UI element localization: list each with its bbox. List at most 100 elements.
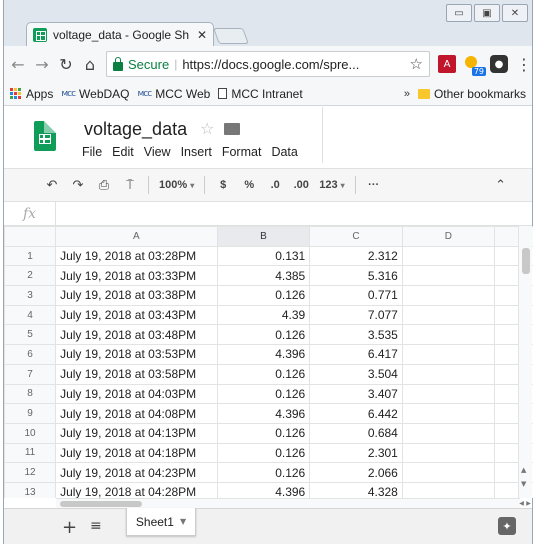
cell-timestamp[interactable]: July 19, 2018 at 04:18PM (55, 442, 218, 464)
bookmark-other[interactable]: Other bookmarks (417, 87, 526, 101)
formula-bar[interactable]: fx (4, 202, 532, 226)
cell-voltage-b[interactable]: 4.396 (216, 344, 311, 365)
chevron-down-icon[interactable]: ▼ (180, 517, 186, 526)
forward-icon[interactable]: → (34, 55, 50, 74)
cell-voltage-c[interactable]: 5.316 (309, 265, 403, 287)
cell-voltage-c[interactable]: 3.535 (309, 324, 403, 346)
star-icon[interactable]: ☆ (200, 119, 214, 138)
cell-timestamp[interactable]: July 19, 2018 at 03:33PM (55, 265, 218, 287)
cell-voltage-b[interactable]: 4.396 (216, 403, 311, 424)
more-tools-button[interactable]: ··· (366, 174, 382, 196)
cell-empty[interactable] (401, 344, 495, 365)
cell-voltage-b[interactable]: 0.126 (216, 383, 311, 405)
cell-timestamp[interactable]: July 19, 2018 at 04:28PM (55, 481, 218, 498)
cell-timestamp[interactable]: July 19, 2018 at 03:53PM (55, 344, 218, 365)
currency-format-button[interactable]: $ (215, 174, 231, 196)
cell-empty[interactable] (401, 363, 495, 385)
row-header[interactable]: 1 (4, 245, 57, 267)
cell-timestamp[interactable]: July 19, 2018 at 03:43PM (55, 304, 218, 326)
select-all-corner[interactable] (4, 226, 57, 247)
cell-voltage-b[interactable]: 0.126 (216, 324, 311, 346)
tab-close-icon[interactable]: ✕ (197, 28, 207, 42)
scroll-thumb[interactable] (60, 501, 142, 507)
cell-voltage-c[interactable]: 2.312 (309, 245, 403, 267)
cell-voltage-c[interactable]: 3.407 (309, 383, 403, 405)
cell-timestamp[interactable]: July 19, 2018 at 03:38PM (55, 285, 218, 306)
row-header[interactable]: 12 (4, 462, 57, 483)
cell-voltage-b[interactable]: 4.39 (216, 304, 311, 326)
row-header[interactable]: 4 (4, 304, 57, 326)
more-formats-button[interactable]: 123 ▾ (319, 174, 344, 196)
back-icon[interactable]: ← (10, 55, 26, 74)
home-icon[interactable]: ⌂ (82, 55, 98, 74)
row-header[interactable]: 13 (4, 481, 57, 498)
scroll-right-icon[interactable]: ▶ (526, 500, 531, 507)
cell-empty[interactable] (401, 265, 495, 287)
menu-file[interactable]: File (82, 145, 102, 159)
row-header[interactable]: 5 (4, 324, 57, 346)
scroll-down-icon[interactable]: ▼ (521, 480, 526, 488)
pdf-extension-icon[interactable]: A (438, 55, 456, 73)
column-header-c[interactable]: C (309, 226, 403, 247)
sheet-tab[interactable]: Sheet1 ▼ (126, 508, 196, 536)
cell-voltage-c[interactable]: 6.417 (309, 344, 403, 365)
cell-empty[interactable] (401, 442, 495, 464)
maximize-button[interactable]: ▣ (474, 4, 500, 22)
horizontal-scrollbar[interactable] (56, 498, 520, 508)
cell-voltage-b[interactable]: 4.396 (216, 481, 311, 498)
cell-timestamp[interactable]: July 19, 2018 at 03:28PM (55, 245, 218, 267)
vertical-scrollbar[interactable]: ▲ ▼ (518, 226, 532, 498)
cell-empty[interactable] (401, 403, 495, 424)
cell-timestamp[interactable]: July 19, 2018 at 04:08PM (55, 403, 218, 424)
cell-voltage-c[interactable]: 3.504 (309, 363, 403, 385)
cell-voltage-c[interactable]: 2.301 (309, 442, 403, 464)
extension-icon[interactable]: ● (490, 55, 508, 73)
bookmark-webdaq[interactable]: ᴍᴄᴄ WebDAQ (61, 87, 129, 101)
cell-voltage-b[interactable]: 0.126 (216, 422, 311, 444)
browser-tab[interactable]: voltage_data - Google Sh ✕ (26, 22, 214, 46)
scroll-thumb[interactable] (522, 248, 530, 274)
cell-timestamp[interactable]: July 19, 2018 at 04:03PM (55, 383, 218, 405)
explore-icon[interactable]: ✦ (498, 517, 516, 535)
collapse-menu-icon[interactable]: ⌃ (495, 178, 506, 193)
cell-empty[interactable] (401, 422, 495, 444)
cell-empty[interactable] (401, 304, 495, 326)
bookmark-mcc-web[interactable]: ᴍᴄᴄ MCC Web (138, 87, 211, 101)
cell-voltage-c[interactable]: 0.684 (309, 422, 403, 444)
minimize-button[interactable]: ▭ (446, 4, 472, 22)
row-header[interactable]: 2 (4, 265, 57, 287)
cell-voltage-c[interactable]: 0.771 (309, 285, 403, 306)
folder-icon[interactable] (224, 123, 240, 135)
reload-icon[interactable]: ↻ (58, 55, 74, 74)
cell-voltage-b[interactable]: 0.126 (216, 442, 311, 464)
bookmark-apps[interactable]: Apps (10, 87, 53, 101)
cell-voltage-b[interactable]: 0.126 (216, 363, 311, 385)
column-header-d[interactable]: D (401, 226, 495, 247)
column-header-a[interactable]: A (55, 226, 218, 247)
menu-data[interactable]: Data (271, 145, 297, 159)
scroll-left-icon[interactable]: ◀ (519, 500, 524, 507)
menu-format[interactable]: Format (222, 145, 262, 159)
cell-voltage-b[interactable]: 0.126 (216, 462, 311, 483)
bookmark-mcc-intranet[interactable]: MCC Intranet (218, 87, 303, 101)
cell-voltage-c[interactable]: 7.077 (309, 304, 403, 326)
decrease-decimals-button[interactable]: .0 (267, 174, 283, 196)
row-header[interactable]: 6 (4, 344, 57, 365)
redo-icon[interactable]: ↷ (70, 174, 86, 196)
weather-extension-icon[interactable]: 79 (464, 55, 486, 76)
menu-edit[interactable]: Edit (112, 145, 134, 159)
cell-empty[interactable] (401, 383, 495, 405)
new-tab-button[interactable] (213, 28, 249, 44)
print-icon[interactable]: ⎙ (96, 174, 112, 196)
column-header-b[interactable]: B (216, 226, 311, 247)
zoom-select[interactable]: 100% ▾ (159, 174, 194, 196)
row-header[interactable]: 3 (4, 285, 57, 306)
menu-insert[interactable]: Insert (181, 145, 212, 159)
cell-timestamp[interactable]: July 19, 2018 at 03:58PM (55, 363, 218, 385)
cell-empty[interactable] (401, 481, 495, 498)
cell-empty[interactable] (401, 462, 495, 483)
paint-format-icon[interactable]: ⍑ (122, 174, 138, 196)
cell-timestamp[interactable]: July 19, 2018 at 04:23PM (55, 462, 218, 483)
cell-voltage-b[interactable]: 4.385 (216, 265, 311, 287)
row-header[interactable]: 10 (4, 422, 57, 444)
